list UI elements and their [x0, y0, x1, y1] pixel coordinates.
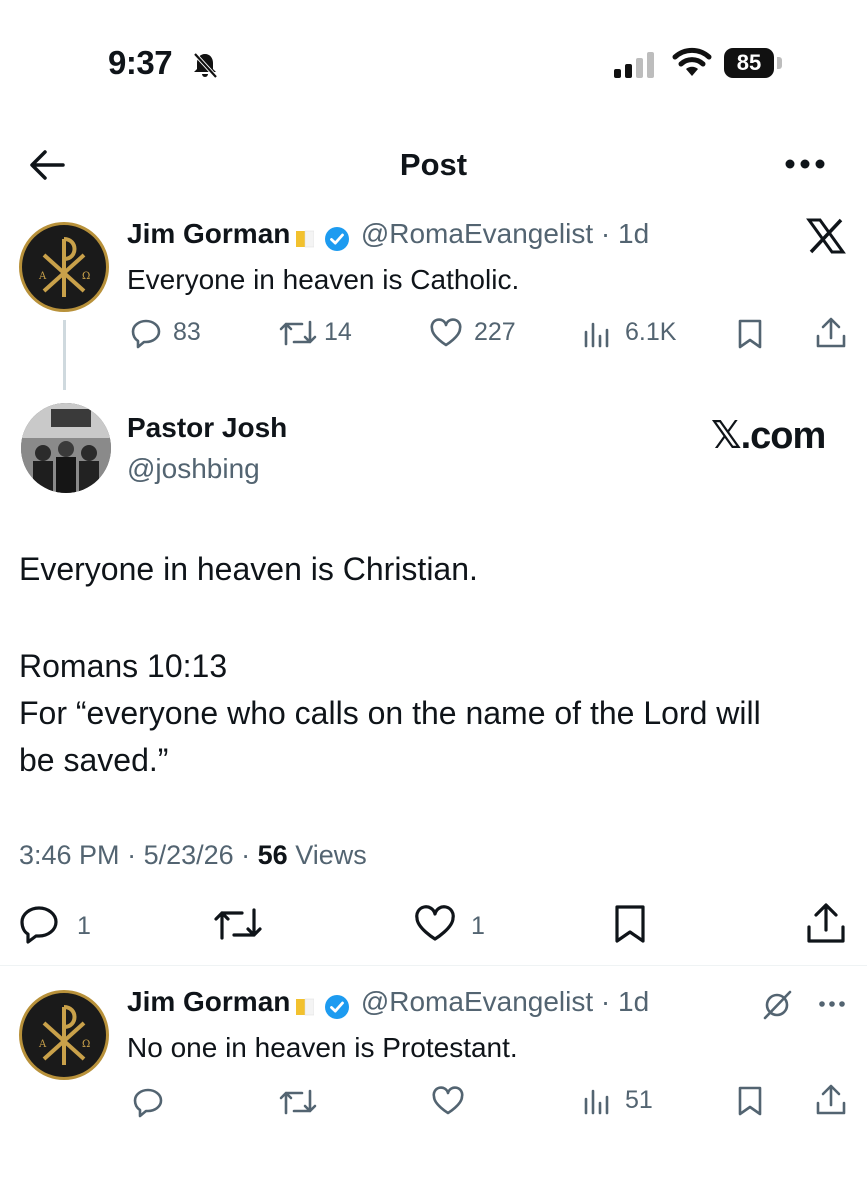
post-age: 1d [618, 218, 650, 249]
views-icon [584, 1089, 609, 1115]
views-icon [584, 322, 609, 348]
like-button[interactable] [431, 1086, 465, 1116]
like-button[interactable] [413, 905, 457, 943]
signal-icon [612, 52, 660, 78]
wifi-icon [672, 46, 712, 78]
reply-button[interactable] [130, 317, 164, 349]
views-button[interactable] [583, 1087, 613, 1115]
x-logo-icon [806, 218, 846, 254]
bookmark-button[interactable] [736, 318, 764, 350]
divider [0, 965, 867, 966]
share-button[interactable] [815, 316, 847, 350]
avatar[interactable]: A Ω [19, 222, 109, 312]
like-icon [415, 905, 455, 941]
verified-badge-icon [324, 994, 350, 1020]
svg-text:Ω: Ω [82, 1039, 90, 1050]
reply-icon [20, 906, 58, 944]
share-button[interactable] [815, 1083, 847, 1117]
repost-button[interactable] [278, 318, 318, 348]
share-button[interactable] [805, 901, 847, 945]
reply-count: 83 [173, 318, 201, 346]
author-name[interactable]: Jim Gorman [127, 986, 290, 1017]
post-header: Jim Gorman @RomaEvangelist · 1d [127, 218, 649, 252]
battery-indicator: 85 [724, 48, 774, 78]
avatar[interactable] [21, 403, 111, 493]
chi-rho-icon: A Ω [38, 1005, 90, 1065]
share-icon [816, 1084, 846, 1115]
reply-count: 1 [77, 912, 91, 940]
svg-text:Ω: Ω [82, 271, 90, 282]
views-count: 6.1K [625, 318, 677, 346]
status-time: 9:37 [108, 44, 173, 81]
post-text-line: Everyone in heaven is Christian. [19, 551, 478, 587]
post-header: Jim Gorman @RomaEvangelist · 1d [127, 986, 649, 1020]
post-age: 1d [618, 986, 650, 1017]
views-label: Views [295, 840, 367, 870]
post-text: Everyone in heaven is Catholic. [127, 264, 520, 295]
post-text: No one in heaven is Protestant. [127, 1032, 518, 1063]
svg-text:A: A [38, 271, 47, 282]
post-text-line: For “everyone who calls on the name of t… [19, 695, 761, 731]
author-handle[interactable]: @joshbing [127, 453, 260, 485]
repost-icon [214, 908, 262, 940]
thread-line [63, 320, 66, 390]
views-button[interactable] [583, 320, 613, 348]
like-count: 1 [471, 912, 485, 940]
bookmark-icon [738, 319, 762, 349]
post-date: 5/23/26 [143, 840, 234, 870]
bookmark-icon [738, 1086, 762, 1116]
page-title: Post [399, 147, 468, 182]
reply-icon [133, 1088, 163, 1118]
repost-count: 14 [324, 318, 352, 346]
bell-slash-icon [190, 50, 220, 80]
verified-badge-icon [324, 226, 350, 252]
post-time: 3:46 PM [19, 840, 120, 870]
share-icon [807, 903, 845, 943]
author-handle[interactable]: @RomaEvangelist [361, 218, 593, 249]
post-meta: 3:46 PM · 5/23/26 · 56 Views [19, 840, 367, 870]
repost-button[interactable] [212, 905, 264, 943]
author-handle[interactable]: @RomaEvangelist [361, 986, 593, 1017]
like-icon [432, 1086, 464, 1115]
svg-text:A: A [38, 1039, 47, 1050]
avatar[interactable]: A Ω [19, 990, 109, 1080]
bookmark-button[interactable] [612, 903, 648, 945]
reply-icon [131, 319, 161, 349]
vatican-flag-icon [296, 229, 315, 249]
grok-icon[interactable] [760, 988, 794, 1022]
profile-photo [21, 403, 111, 493]
views-count: 51 [625, 1086, 653, 1114]
x-com-watermark: 𝕏.com [711, 415, 826, 457]
reply-button[interactable] [18, 904, 62, 944]
repost-button[interactable] [278, 1087, 318, 1117]
author-name[interactable]: Jim Gorman [127, 218, 290, 249]
reply-button[interactable] [132, 1086, 166, 1118]
more-icon[interactable] [818, 995, 846, 1013]
repost-icon [279, 320, 317, 346]
post-text-line: be saved.” [19, 742, 169, 778]
more-icon[interactable] [784, 152, 826, 176]
like-count: 227 [474, 318, 516, 346]
share-icon [816, 317, 846, 348]
repost-icon [279, 1089, 317, 1115]
views-count[interactable]: 56 [258, 840, 288, 870]
post-text-line: Romans 10:13 [19, 648, 228, 684]
battery-nub [777, 57, 782, 69]
vatican-flag-icon [296, 997, 315, 1017]
author-name[interactable]: Pastor Josh [127, 412, 287, 444]
bookmark-button[interactable] [736, 1085, 764, 1117]
like-icon [430, 318, 462, 347]
chi-rho-icon: A Ω [38, 237, 90, 297]
bookmark-icon [615, 905, 645, 943]
like-button[interactable] [429, 318, 463, 348]
